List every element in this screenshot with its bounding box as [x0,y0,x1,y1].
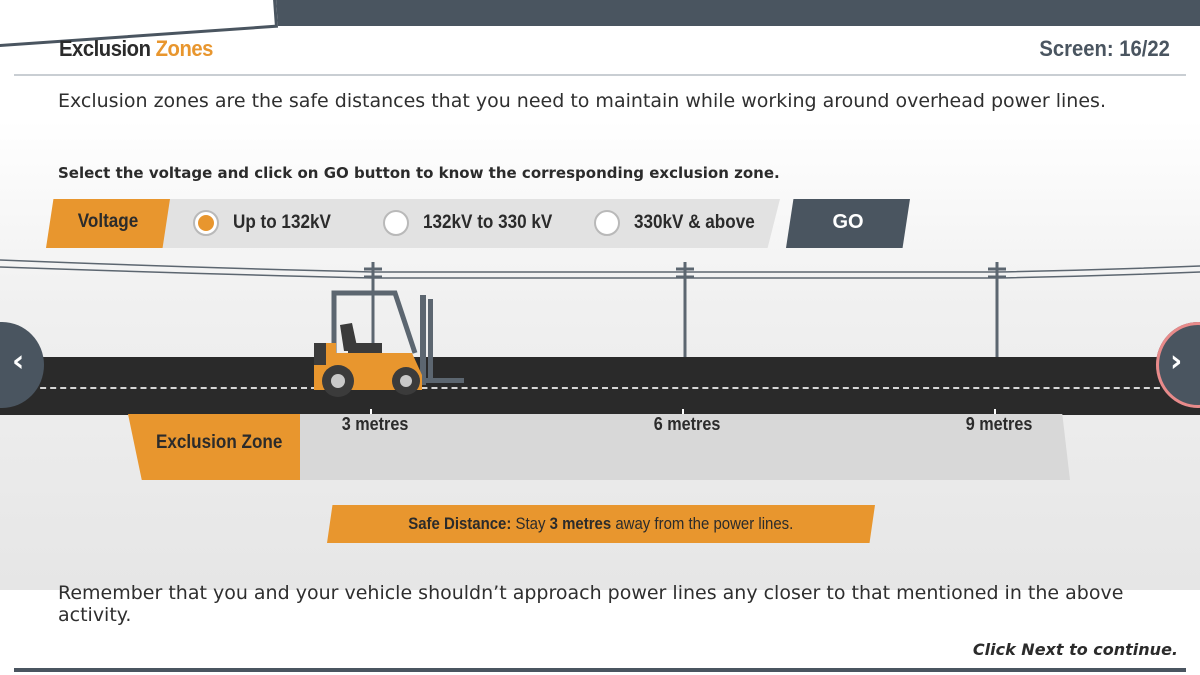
go-button-label: GO [832,211,864,233]
go-button[interactable]: GO [786,199,910,248]
intro-text: Exclusion zones are the safe distances t… [58,90,1106,112]
voltage-label-text: Voltage [77,211,139,232]
distance-label-3m: 3 metres [341,414,409,434]
safe-distance-prefix: Safe Distance: [408,514,512,533]
chevron-right-icon: › [1170,344,1183,379]
power-lines-illustration [0,259,1200,358]
header: Exclusion Zones Screen: 16/22 [14,30,1186,76]
forklift-icon [314,290,464,397]
distance-label-9m: 9 metres [965,414,1033,434]
click-next-hint: Click Next to continue. [972,640,1178,659]
safe-distance-text2: away from the power lines. [615,514,794,533]
radio-selected-dot [198,215,214,231]
road [0,357,1200,415]
radio-circle[interactable] [594,210,620,236]
remember-text: Remember that you and your vehicle shoul… [58,582,1124,626]
road-centerline [0,387,1200,389]
safe-distance-banner: Safe Distance: Stay 3 metres away from t… [327,505,875,543]
power-line [0,259,1200,273]
radio-up-to-132kv[interactable]: Up to 132kV [193,207,342,239]
exclusion-zone-label: Exclusion Zone [128,414,300,480]
instruction-text: Select the voltage and click on GO butto… [58,164,780,182]
radio-label: Up to 132kV [233,212,331,233]
voltage-label: Voltage [46,199,170,248]
radio-circle[interactable] [383,210,409,236]
radio-circle[interactable] [193,210,219,236]
radio-label: 330kV & above [634,212,755,233]
radio-330kv-and-above[interactable]: 330kV & above [594,207,768,239]
page-title: Exclusion Zones [59,36,213,62]
chevron-left-icon: ‹ [12,344,25,379]
safe-distance-value: 3 metres [549,514,612,533]
title-accent: Zones [155,36,214,61]
radio-132kv-to-330kv[interactable]: 132kV to 330 kV [383,207,567,239]
distance-label-6m: 6 metres [653,414,721,434]
screen-counter: Screen: 16/22 [1039,36,1170,61]
title-main: Exclusion [59,36,151,61]
bottom-bar [14,668,1186,672]
exclusion-zone-label-text: Exclusion Zone [156,432,283,453]
safe-distance-text1: Stay [515,514,546,533]
radio-label: 132kV to 330 kV [423,212,553,233]
